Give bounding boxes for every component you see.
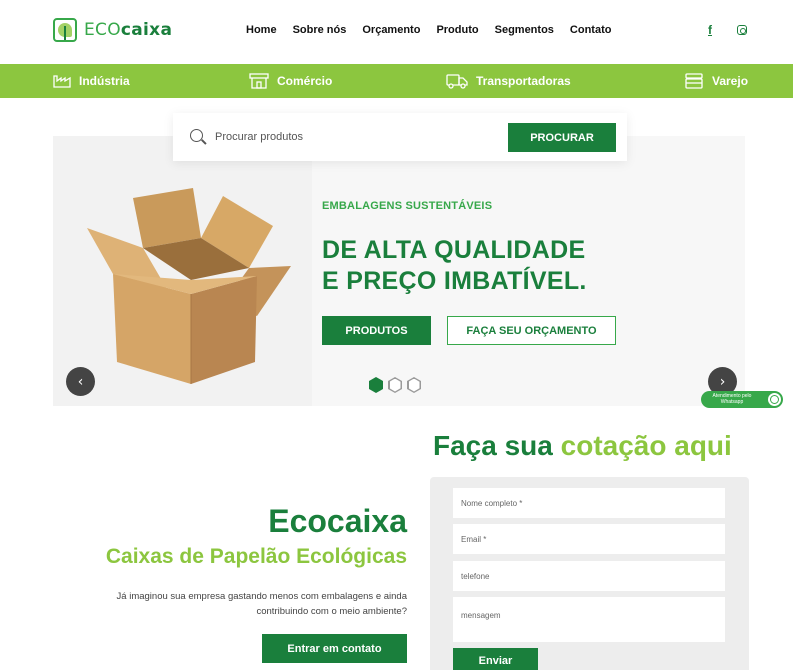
products-button[interactable]: PRODUTOS: [322, 316, 431, 345]
name-field[interactable]: [453, 488, 725, 518]
contact-button[interactable]: Entrar em contato: [262, 634, 407, 663]
truck-icon: [446, 74, 468, 89]
search-icon: [190, 129, 203, 142]
logo-caixa: caixa: [120, 20, 173, 40]
site-header: ECOcaixa Home Sobre nós Orçamento Produt…: [0, 0, 793, 64]
nav-item-sobre-nos[interactable]: Sobre nós: [293, 24, 347, 36]
main-nav: Home Sobre nós Orçamento Produto Segment…: [246, 24, 611, 36]
hero-kicker: EMBALAGENS SUSTENTÁVEIS: [322, 200, 493, 212]
email-field[interactable]: [453, 524, 725, 554]
about-title: Ecocaixa: [268, 503, 407, 539]
logo-wordmark: ECOcaixa: [84, 20, 172, 40]
store-icon: [685, 73, 703, 89]
hero-title: DE ALTA QUALIDADE E PREÇO IMBATÍVEL.: [322, 235, 587, 297]
logo-mark-icon: [53, 18, 77, 42]
prev-slide-button[interactable]: ‹: [66, 367, 95, 396]
search-button[interactable]: PROCURAR: [508, 123, 616, 152]
category-label: Indústria: [79, 74, 130, 88]
product-search: PROCURAR: [173, 113, 627, 161]
slide-indicator[interactable]: [388, 377, 402, 393]
instagram-icon[interactable]: [735, 23, 749, 37]
factory-icon: [53, 75, 71, 88]
whatsapp-label: Atendimento pelo Whatsapp: [712, 393, 752, 405]
quote-title-dark: Faça sua: [433, 430, 553, 461]
whatsapp-button[interactable]: Atendimento pelo Whatsapp: [701, 391, 783, 408]
quote-title: Faça sua cotação aqui: [433, 430, 732, 462]
submit-button[interactable]: Enviar: [453, 648, 538, 670]
nav-item-home[interactable]: Home: [246, 24, 277, 36]
search-input[interactable]: [215, 127, 495, 147]
slide-indicator[interactable]: [407, 377, 421, 393]
category-label: Varejo: [712, 74, 749, 88]
category-bar: Indústria Comércio Transportadoras Varej…: [0, 64, 793, 98]
slide-indicator-active[interactable]: [369, 377, 383, 393]
storefront-icon: [249, 73, 269, 89]
whatsapp-icon: [768, 393, 781, 406]
quote-button[interactable]: FAÇA SEU ORÇAMENTO: [447, 316, 616, 345]
category-label: Comércio: [277, 74, 333, 88]
category-transportadoras[interactable]: Transportadoras: [446, 64, 571, 98]
nav-item-produto[interactable]: Produto: [436, 24, 478, 36]
facebook-icon[interactable]: f: [703, 23, 717, 37]
hero-title-line-2: E PREÇO IMBATÍVEL.: [322, 267, 587, 295]
about-text: Já imaginou sua empresa gastando menos c…: [116, 591, 407, 617]
logo-eco: ECO: [84, 20, 121, 40]
quote-form: Enviar: [430, 477, 749, 670]
message-field[interactable]: [453, 597, 725, 642]
about-subtitle: Caixas de Papelão Ecológicas: [105, 545, 407, 568]
slider-dots: [369, 377, 421, 393]
phone-field[interactable]: [453, 561, 725, 591]
category-varejo[interactable]: Varejo: [684, 64, 748, 98]
nav-item-contato[interactable]: Contato: [570, 24, 612, 36]
quote-title-light: cotação aqui: [560, 430, 732, 461]
brand-logo[interactable]: ECOcaixa: [53, 18, 172, 42]
category-industria[interactable]: Indústria: [53, 64, 130, 98]
category-label: Transportadoras: [476, 74, 571, 88]
nav-item-segmentos[interactable]: Segmentos: [495, 24, 554, 36]
cardboard-box-image: [87, 188, 291, 384]
category-comercio[interactable]: Comércio: [249, 64, 332, 98]
nav-item-orcamento[interactable]: Orçamento: [362, 24, 420, 36]
hero-title-line-1: DE ALTA QUALIDADE: [322, 236, 586, 264]
